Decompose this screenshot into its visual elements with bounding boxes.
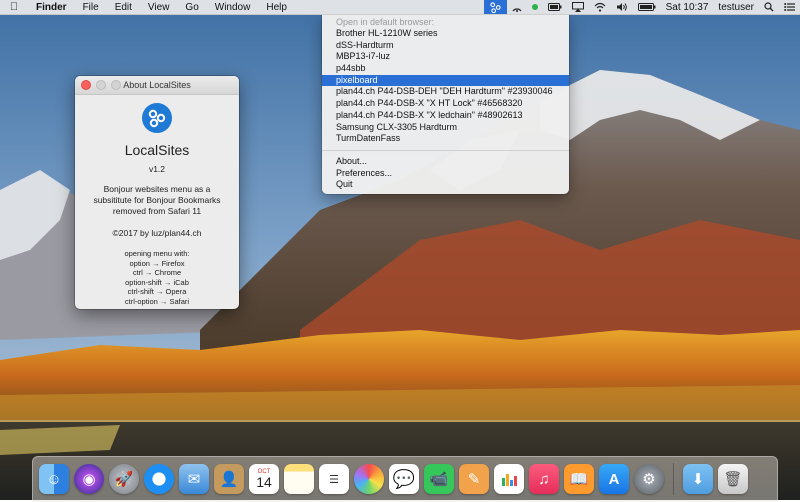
minimize-button[interactable] [96,80,106,90]
app-menu-finder[interactable]: Finder [28,2,75,13]
menu-bar:  Finder File Edit View Go Window Help S… [0,0,800,15]
menu-window[interactable]: Window [207,2,259,13]
status-dot-icon[interactable] [527,4,543,10]
facetime-icon[interactable]: 📹 [424,464,454,494]
menu-edit[interactable]: Edit [107,2,140,13]
trash-icon[interactable]: 🗑 [718,464,748,494]
copyright-label: ©2017 by luz/plan44.ch [112,228,202,238]
clock[interactable]: Sat 10:37 [661,2,714,13]
notification-center-icon[interactable] [779,2,800,12]
description-line: removed from Safari 11 [112,206,202,216]
version-label: v1.2 [148,164,166,174]
menu-help[interactable]: Help [258,2,295,13]
system-preferences-icon[interactable]: ⚙ [634,464,664,494]
localsites-app-icon [142,103,172,133]
calendar-icon[interactable]: OCT 14 [249,464,279,494]
menu-separator [322,149,569,151]
hint-line: option-shift → iCab [125,277,189,287]
hint-line: option → Firefox [129,258,185,268]
hint-line: ctrl → Chrome [132,268,182,278]
app-store-icon[interactable]: A [599,464,629,494]
spotlight-icon[interactable] [759,2,779,12]
hint-line: ctrl-option → Safari [124,296,190,306]
dock-divider [673,463,674,495]
menu-header: Open in default browser: [336,17,435,27]
menu-item-about[interactable]: About... [322,156,569,168]
description: Bonjour websites menu as a subsititute f… [75,184,239,217]
battery-full-icon[interactable] [633,3,661,11]
music-icon[interactable]: ♫ [529,464,559,494]
photos-icon[interactable] [354,464,384,494]
menu-view[interactable]: View [140,2,178,13]
description-line: subsititute for Bonjour Bookmarks [93,195,221,205]
menu-item-site[interactable]: plan44.ch P44-DSB-DEH "DEH Hardturm" #23… [322,86,569,98]
menu-file[interactable]: File [75,2,107,13]
mail-icon[interactable]: ✉ [179,464,209,494]
localsites-status-icon[interactable] [483,0,507,14]
numbers-icon[interactable] [494,464,524,494]
notes-icon[interactable] [284,464,314,494]
contacts-icon[interactable]: 👤 [214,464,244,494]
localsites-menu: Open in default browser: Brother HL-1210… [322,14,569,194]
menu-item-site[interactable]: plan44.ch P44-DSB-X "X ledchain" #489026… [322,110,569,122]
menu-item-site[interactable]: plan44.ch P44-DSB-X "X HT Lock" #4656832… [322,98,569,110]
shortcut-hints: opening menu with: option → Firefox ctrl… [75,249,239,307]
volume-icon[interactable] [611,2,633,12]
siri-icon[interactable]: ◉ [74,464,104,494]
menu-item-site[interactable]: Samsung CLX-3305 Hardturm [322,122,569,134]
menu-item-quit[interactable]: Quit [322,179,569,191]
dock: ☺ ◉ 🚀 ✉ 👤 OCT 14 ☰ 💬 📹 ✎ ♫ 📖 A ⚙ ⬇ 🗑 [32,456,778,502]
menu-item-site[interactable]: TurmDatenFass [322,133,569,145]
app-name: LocalSites [124,142,190,158]
safari-icon[interactable] [144,464,174,494]
description-line: Bonjour websites menu as a [103,184,211,194]
menu-item-preferences[interactable]: Preferences... [322,168,569,180]
launchpad-icon[interactable]: 🚀 [109,464,139,494]
menu-item-site[interactable]: Brother HL-1210W series [322,28,569,40]
reminders-icon[interactable]: ☰ [319,464,349,494]
wifi-icon[interactable] [589,2,611,12]
hint-line: opening menu with: [124,249,190,258]
calendar-day: 14 [256,474,272,490]
downloads-folder-icon[interactable]: ⬇ [683,464,713,494]
window-titlebar[interactable]: About LocalSites [75,76,239,95]
messages-icon[interactable]: 💬 [389,464,419,494]
pages-icon[interactable]: ✎ [459,464,489,494]
airplay-icon[interactable] [567,2,589,12]
hint-line: ctrl-shift → Opera [127,287,187,297]
apple-menu-icon[interactable]:  [0,1,28,13]
menu-item-site[interactable]: dSS-Hardturm [322,40,569,52]
user-menu[interactable]: testuser [713,2,759,13]
menu-item-site[interactable]: p44sbb [322,63,569,75]
zoom-button[interactable] [111,80,121,90]
finder-icon[interactable]: ☺ [39,464,69,494]
close-button[interactable] [81,80,91,90]
menu-go[interactable]: Go [177,2,206,13]
menu-item-site[interactable]: MBP13-i7-luz [322,51,569,63]
books-icon[interactable]: 📖 [564,464,594,494]
activity-icon[interactable] [507,2,527,12]
battery-icon[interactable] [543,3,567,11]
about-window: About LocalSites LocalSites v1.2 Bonjour… [75,76,239,309]
menu-item-site-selected[interactable]: pixelboard [322,74,569,87]
